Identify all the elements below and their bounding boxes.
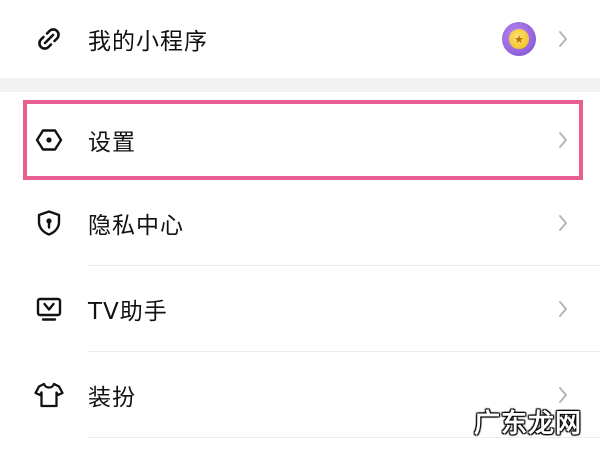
menu-item-label: 我的小程序 xyxy=(88,29,208,55)
menu-item-label: TV助手 xyxy=(88,298,168,325)
chevron-right-icon xyxy=(556,299,570,319)
shield-icon xyxy=(32,206,66,240)
menu-item-tv-assistant[interactable]: TV助手 xyxy=(0,266,600,351)
coin-icon: ★ xyxy=(509,29,529,49)
chevron-right-icon xyxy=(556,385,570,405)
link-icon xyxy=(32,22,66,56)
chevron-right-icon xyxy=(556,213,570,233)
section-separator xyxy=(0,78,600,92)
menu-item-label: 隐私中心 xyxy=(88,213,184,239)
menu-item-label: 装扮 xyxy=(88,385,136,411)
chevron-right-icon xyxy=(556,29,570,49)
menu-item-mini-programs[interactable]: 我的小程序 ★ xyxy=(0,0,600,78)
watermark: 广东龙网 xyxy=(473,409,582,439)
menu-item-privacy-center[interactable]: 隐私中心 xyxy=(0,182,600,264)
highlight-box xyxy=(23,100,583,180)
mini-program-avatar: ★ xyxy=(502,22,536,56)
tv-icon xyxy=(32,292,66,326)
tshirt-icon xyxy=(32,378,66,412)
